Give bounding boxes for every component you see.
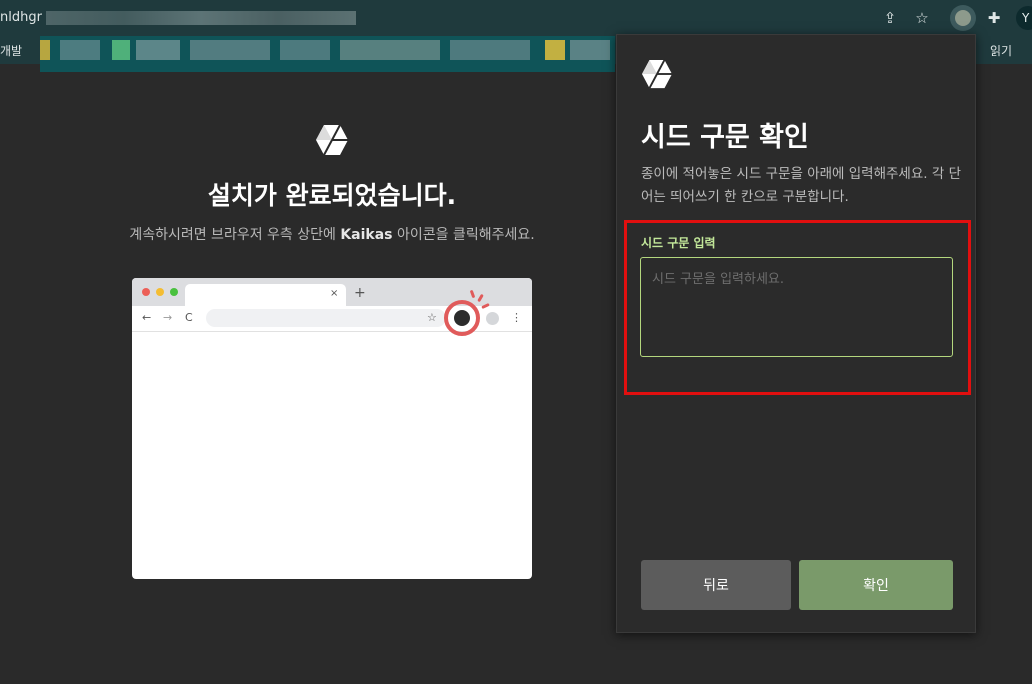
puzzle-icon[interactable]: ✚ <box>984 8 1004 28</box>
close-dot <box>142 288 150 296</box>
new-tab-icon: + <box>354 285 366 301</box>
popup-description: 종이에 적어놓은 시드 구문을 아래에 입력해주세요. 각 단어는 띄어쓰기 한… <box>641 166 961 205</box>
address-bar-text[interactable]: nldhgr <box>0 10 42 25</box>
illustration-tab <box>185 284 346 306</box>
blurred-url <box>46 11 356 25</box>
maximize-dot <box>170 288 178 296</box>
back-button[interactable]: 뒤로 <box>641 560 791 610</box>
tab-close-icon: × <box>330 288 339 299</box>
illustration-omnibox <box>206 309 446 327</box>
kaikas-extension-icon[interactable] <box>950 5 976 31</box>
back-arrow-icon: ← <box>142 311 152 324</box>
browser-toolbar: nldhgr ⇪ ☆ ✚ Y <box>0 0 1032 36</box>
popup-title: 시드 구문 확인 <box>641 122 809 153</box>
share-icon[interactable]: ⇪ <box>880 8 900 28</box>
blurred-bookmarks <box>40 36 615 72</box>
bookmark-star-icon: ☆ <box>427 311 437 324</box>
instruction-text-before: 계속하시려면 브라우저 우측 상단에 <box>129 227 341 243</box>
illustration-profile-icon <box>486 312 499 325</box>
profile-avatar[interactable]: Y <box>1016 6 1032 30</box>
browser-illustration: × + ← → C ☆ ⋮ <box>132 278 532 579</box>
minimize-dot <box>156 288 164 296</box>
instruction-brand: Kaikas <box>340 227 393 243</box>
star-icon[interactable]: ☆ <box>912 8 932 28</box>
forward-arrow-icon: → <box>163 311 173 324</box>
seed-phrase-label: 시드 구문 입력 <box>641 236 716 250</box>
kaikas-logo-icon <box>316 124 348 156</box>
install-complete-title: 설치가 완료되었습니다. <box>207 181 457 210</box>
reload-icon: C <box>185 311 193 324</box>
kebab-menu-icon: ⋮ <box>511 311 522 324</box>
reading-list-button[interactable]: 읽기 <box>990 42 1012 59</box>
kaikas-popup: 시드 구문 확인 종이에 적어놓은 시드 구문을 아래에 입력해주세요. 각 단… <box>616 34 976 633</box>
bookmark-folder-dev[interactable]: 개발 <box>0 42 22 59</box>
seed-phrase-input[interactable] <box>640 257 953 357</box>
install-instruction: 계속하시려면 브라우저 우측 상단에 Kaikas 아이콘을 클릭해주세요. <box>0 224 664 244</box>
confirm-button[interactable]: 확인 <box>799 560 953 610</box>
highlighted-kaikas-icon <box>444 300 480 336</box>
kaikas-logo-icon <box>642 59 672 89</box>
instruction-text-after: 아이콘을 클릭해주세요. <box>392 227 535 243</box>
